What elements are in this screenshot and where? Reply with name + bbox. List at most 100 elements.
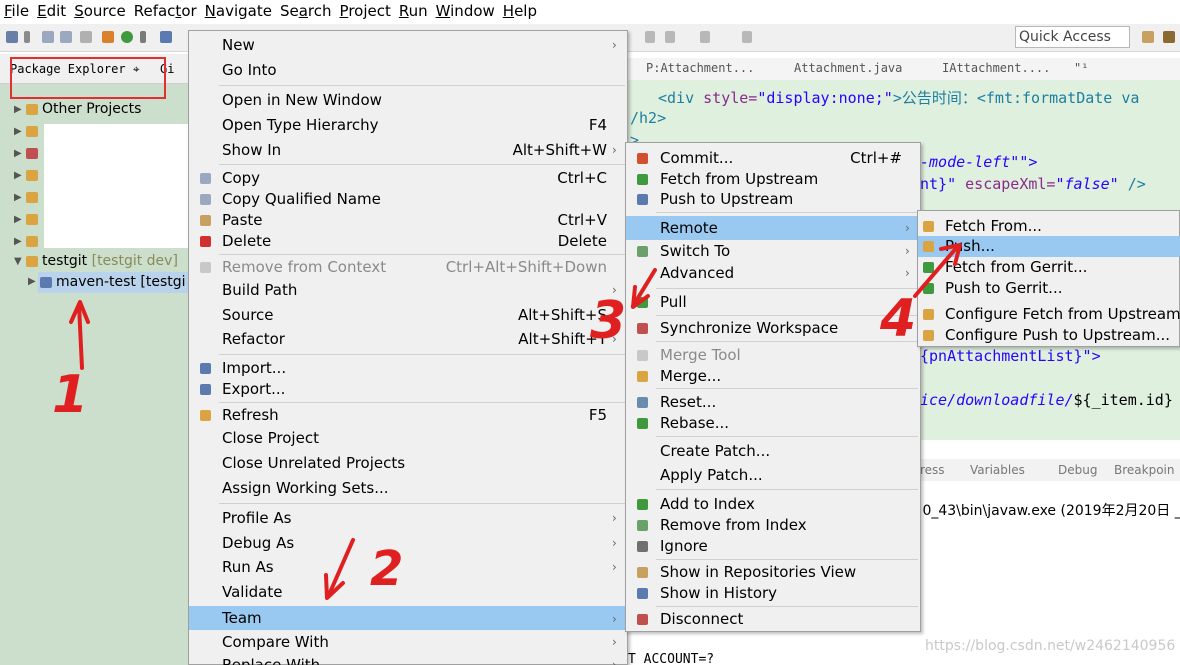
print-icon[interactable] [80, 31, 92, 43]
menu-item-open-type-hierarchy[interactable]: Open Type Hierarchy F4 [189, 115, 627, 136]
menu-item-compare-with[interactable]: Compare With › [189, 632, 627, 653]
menu-item-export[interactable]: Export... [189, 379, 627, 400]
tab-debug[interactable]: Debug [1058, 463, 1097, 477]
menu-item-fetch-gerrit[interactable]: Fetch from Gerrit... [918, 257, 1180, 278]
tree-item[interactable]: ▶ [0, 231, 188, 252]
menu-item-switch-to[interactable]: Switch To › [626, 241, 920, 262]
menu-item-paste[interactable]: Paste Ctrl+V [189, 210, 627, 231]
menu-project[interactable]: Project [336, 1, 395, 21]
tree-item-other-projects[interactable]: ▶ Other Projects [0, 99, 188, 120]
menu-item-import[interactable]: Import... [189, 358, 627, 379]
expand-icon[interactable]: ▶ [14, 231, 22, 252]
menu-item-close-unrelated[interactable]: Close Unrelated Projects [189, 453, 627, 474]
tree-item[interactable]: ▶ [0, 187, 188, 208]
menu-item-show-repositories[interactable]: Show in Repositories View [626, 562, 920, 583]
tree-item-testgit[interactable]: ▼ testgit [testgit dev] [0, 251, 188, 272]
menu-item-reset[interactable]: Reset... [626, 392, 920, 413]
expand-icon[interactable]: ▶ [14, 209, 22, 230]
menu-item-team[interactable]: Team › [189, 606, 627, 630]
tree-item[interactable]: ▶ [0, 121, 188, 142]
menu-item-assign-working-sets[interactable]: Assign Working Sets... [189, 478, 627, 499]
tab-progress[interactable]: ress [920, 463, 945, 477]
menu-item-rebase[interactable]: Rebase... [626, 413, 920, 434]
tab-variables[interactable]: Variables [970, 463, 1025, 477]
menu-item-delete[interactable]: Delete Delete [189, 231, 627, 252]
menu-refactor[interactable]: Refactor [130, 1, 201, 21]
menu-item-merge-tool[interactable]: Merge Tool [626, 345, 920, 366]
menu-item-source[interactable]: Source Alt+Shift+S › [189, 305, 627, 326]
nav-back-icon[interactable] [645, 31, 655, 43]
java-perspective-icon[interactable] [1163, 31, 1175, 43]
expand-icon[interactable]: ▶ [28, 276, 36, 287]
menu-item-new[interactable]: New › [189, 35, 627, 56]
run-icon[interactable] [121, 31, 133, 43]
menu-item-open-new-window[interactable]: Open in New Window [189, 90, 627, 111]
nav-forward-icon[interactable] [700, 31, 710, 43]
expand-icon[interactable]: ▶ [14, 165, 22, 186]
menu-item-commit[interactable]: Commit... Ctrl+# [626, 148, 920, 169]
menu-item-fetch-upstream[interactable]: Fetch from Upstream [626, 169, 920, 190]
menu-item-copy[interactable]: Copy Ctrl+C [189, 168, 627, 189]
menu-item-remove-from-index[interactable]: Remove from Index [626, 515, 920, 536]
menu-item-validate[interactable]: Validate [189, 582, 627, 603]
menu-item-show-in[interactable]: Show In Alt+Shift+W › [189, 140, 627, 161]
menu-item-run-as[interactable]: Run As › [189, 557, 627, 578]
collapse-icon[interactable]: ▼ [14, 251, 22, 272]
menu-item-profile-as[interactable]: Profile As › [189, 508, 627, 529]
expand-icon[interactable]: ▶ [14, 99, 22, 120]
menu-navigate[interactable]: Navigate [201, 1, 276, 21]
menu-item-push-gerrit[interactable]: Push to Gerrit... [918, 278, 1180, 299]
tree-item[interactable]: ▶ [0, 165, 188, 186]
menu-item-close-project[interactable]: Close Project [189, 428, 627, 449]
tab-breakpoints[interactable]: Breakpoin [1114, 463, 1175, 477]
menu-item-refactor[interactable]: Refactor Alt+Shift+T › [189, 329, 627, 350]
menu-item-add-to-index[interactable]: Add to Index [626, 494, 920, 515]
menu-item-apply-patch[interactable]: Apply Patch... [626, 465, 920, 486]
editor-tab[interactable]: P:Attachment... [646, 61, 754, 75]
quick-access-input[interactable]: Quick Access [1015, 26, 1130, 48]
menu-search[interactable]: Search [276, 1, 336, 21]
expand-icon[interactable]: ▶ [14, 187, 22, 208]
menu-item-debug-as[interactable]: Debug As › [189, 533, 627, 554]
menu-item-ignore[interactable]: Ignore [626, 536, 920, 557]
menu-edit[interactable]: Edit [33, 1, 70, 21]
menu-item-replace-with[interactable]: Replace With › [189, 655, 627, 665]
tree-item[interactable]: ▶ [0, 209, 188, 230]
search-tool-icon[interactable] [160, 31, 172, 43]
menu-item-pull[interactable]: Pull [626, 292, 920, 313]
menu-window[interactable]: Window [432, 1, 499, 21]
expand-icon[interactable]: ▶ [14, 143, 22, 164]
menu-item-remove-from-context[interactable]: Remove from Context Ctrl+Alt+Shift+Down [189, 257, 627, 278]
debug-icon[interactable] [102, 31, 114, 43]
menu-item-fetch-from[interactable]: Fetch From... [918, 216, 1180, 237]
save-icon[interactable] [42, 31, 54, 43]
save-all-icon[interactable] [60, 31, 72, 43]
editor-tab[interactable]: IAttachment.... [942, 61, 1050, 75]
menu-file[interactable]: File [0, 1, 33, 21]
menu-item-remote[interactable]: Remote › [626, 216, 920, 240]
menu-item-push-upstream[interactable]: Push to Upstream [626, 189, 920, 210]
new-icon[interactable] [6, 31, 18, 43]
expand-icon[interactable]: ▶ [14, 121, 22, 142]
menu-source[interactable]: Source [70, 1, 130, 21]
dropdown-icon[interactable] [140, 31, 146, 43]
editor-tab[interactable]: Attachment.java [794, 61, 902, 75]
menu-item-advanced[interactable]: Advanced › [626, 263, 920, 284]
menu-item-synchronize[interactable]: Synchronize Workspace [626, 318, 920, 339]
menu-item-disconnect[interactable]: Disconnect [626, 609, 920, 630]
menu-item-create-patch[interactable]: Create Patch... [626, 441, 920, 462]
editor-tab-overflow[interactable]: "¹ [1074, 61, 1088, 75]
menu-item-configure-push[interactable]: Configure Push to Upstream... [918, 325, 1180, 346]
perspective-icon[interactable] [1142, 31, 1154, 43]
menu-item-merge[interactable]: Merge... [626, 366, 920, 387]
tree-item-maven-test[interactable]: maven-test [testgi [38, 272, 188, 293]
menu-item-show-history[interactable]: Show in History [626, 583, 920, 604]
nav-prev-icon[interactable] [665, 31, 675, 43]
menu-run[interactable]: Run [395, 1, 432, 21]
menu-item-refresh[interactable]: Refresh F5 [189, 405, 627, 426]
pin-icon[interactable] [742, 31, 752, 43]
menu-item-copy-qualified-name[interactable]: Copy Qualified Name [189, 189, 627, 210]
menu-item-go-into[interactable]: Go Into [189, 60, 627, 81]
menu-item-build-path[interactable]: Build Path › [189, 280, 627, 301]
menu-item-configure-fetch[interactable]: Configure Fetch from Upstream... [918, 304, 1180, 325]
